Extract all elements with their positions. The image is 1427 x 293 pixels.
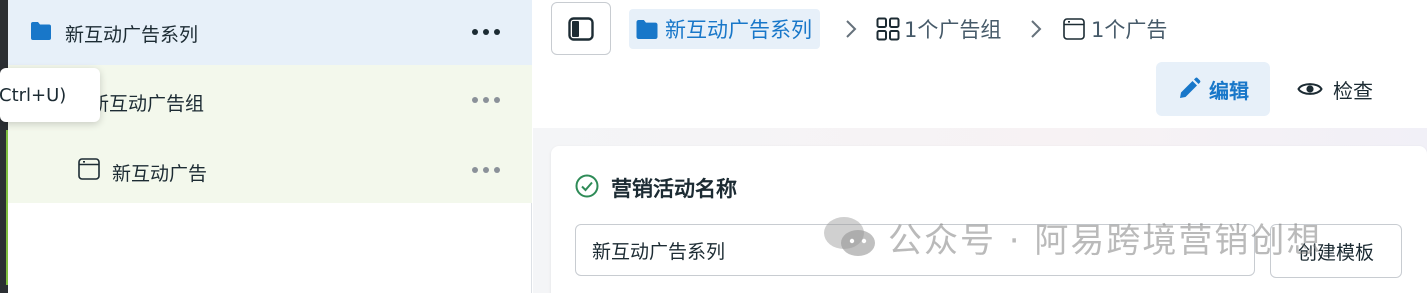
tree-item-ad[interactable]: 新互动广告 xyxy=(8,135,532,203)
breadcrumb-ad-label: 1个广告 xyxy=(1091,18,1168,42)
card-title: 营销活动名称 xyxy=(611,177,737,201)
window-icon xyxy=(78,158,100,180)
edit-button-label: 编辑 xyxy=(1209,78,1249,103)
sidebar-toggle-icon xyxy=(568,16,594,41)
check-circle-icon xyxy=(575,174,599,198)
breadcrumb-campaign[interactable]: 新互动广告系列 xyxy=(629,9,820,49)
editor-content: 营销活动名称 创建模板 xyxy=(533,128,1427,293)
ad-more-icon[interactable] xyxy=(472,166,500,174)
breadcrumb-ad[interactable]: 1个广告 xyxy=(1063,9,1167,49)
pencil-icon xyxy=(1180,77,1201,98)
window-icon xyxy=(1063,18,1085,40)
folder-icon xyxy=(636,19,658,39)
eye-icon xyxy=(1297,83,1323,95)
tree-item-campaign-label: 新互动广告系列 xyxy=(65,24,199,46)
window-edge xyxy=(0,0,8,293)
breadcrumb-adset[interactable]: 1个广告组 xyxy=(876,9,1001,49)
sidebar-toggle-button[interactable] xyxy=(551,2,611,55)
adset-more-icon[interactable] xyxy=(472,96,500,104)
breadcrumb-adset-label: 1个广告组 xyxy=(904,18,1002,42)
tree-item-adset-label: 新互动广告组 xyxy=(90,93,205,115)
breadcrumb-campaign-label: 新互动广告系列 xyxy=(665,18,812,42)
campaign-more-icon[interactable] xyxy=(472,28,500,36)
chevron-right-icon xyxy=(1031,20,1042,38)
tree-item-campaign[interactable]: 新互动广告系列 xyxy=(8,0,532,65)
shortcut-tooltip: (Ctrl+U) xyxy=(0,68,100,122)
header-bar: 新互动广告系列 1个广告组 1个广告 编辑 检查 xyxy=(533,0,1427,128)
main-panel: 新互动广告系列 1个广告组 1个广告 编辑 检查 营销活动名称 新互动广告系列 … xyxy=(533,0,1427,293)
grid-icon xyxy=(876,17,900,41)
chevron-right-icon xyxy=(846,20,857,38)
folder-icon xyxy=(31,22,51,40)
inspect-button[interactable]: 检查 xyxy=(1297,62,1397,116)
edit-button[interactable]: 编辑 xyxy=(1156,62,1270,116)
sidebar-tree: 新互动广告系列 新互动广告组 新互动广告 xyxy=(8,0,532,293)
create-template-button[interactable]: 创建模板 xyxy=(1270,224,1402,278)
campaign-name-input[interactable] xyxy=(575,224,1255,276)
campaign-name-card: 营销活动名称 创建模板 xyxy=(551,146,1427,293)
tooltip-text: (Ctrl+U) xyxy=(0,84,67,106)
tree-item-ad-label: 新互动广告 xyxy=(112,163,208,185)
inspect-button-label: 检查 xyxy=(1333,78,1373,103)
